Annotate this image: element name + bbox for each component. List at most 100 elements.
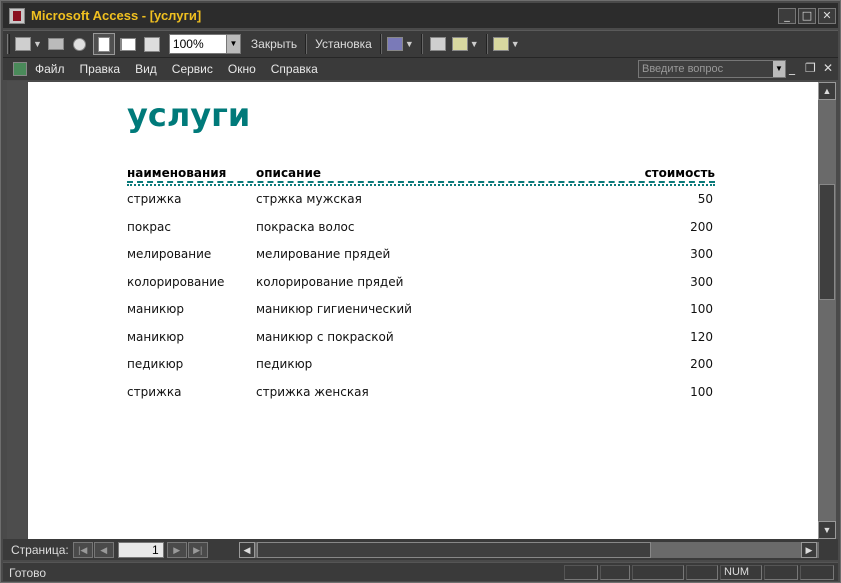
next-page-button[interactable]: ▶: [166, 541, 187, 558]
database-window-button[interactable]: [427, 33, 449, 55]
row-description: стрижка женская: [256, 385, 369, 399]
report-title: услуги: [127, 96, 251, 134]
toolbar-separator: [420, 34, 423, 54]
view-button[interactable]: ▼: [14, 33, 43, 55]
row-description: мелирование прядей: [256, 247, 391, 261]
design-view-icon: [15, 37, 31, 51]
dropdown-arrow-icon: ▼: [33, 39, 42, 49]
zoom-value: 100%: [172, 37, 204, 51]
help-icon: [492, 37, 509, 51]
row-name: покрас: [127, 220, 172, 234]
scroll-down-icon[interactable]: ▼: [818, 521, 836, 539]
row-price: 300: [690, 247, 713, 261]
multiple-pages-button[interactable]: [141, 33, 163, 55]
doc-close-button[interactable]: ✕: [823, 61, 833, 75]
row-description: покраска волос: [256, 220, 355, 234]
status-pane: [564, 565, 598, 580]
row-name: маникюр: [127, 330, 185, 344]
header-description: описание: [256, 166, 321, 180]
two-pages-button[interactable]: [117, 33, 139, 55]
one-page-icon: [97, 36, 110, 52]
office-links-icon: [386, 37, 403, 51]
row-name: стрижка: [127, 385, 182, 399]
toolbar-separator: [305, 34, 308, 54]
office-links-button[interactable]: ▼: [386, 33, 415, 55]
doc-restore-button[interactable]: ❐: [805, 61, 816, 75]
page-number-field[interactable]: 1: [117, 541, 164, 558]
menu-bar: Файл Правка Вид Сервис Окно Справка Введ…: [3, 58, 838, 80]
chevron-down-icon[interactable]: ▼: [225, 35, 240, 53]
toolbar-separator: [379, 34, 382, 54]
menu-view[interactable]: Вид: [135, 62, 157, 76]
one-page-button[interactable]: [92, 33, 115, 55]
status-pane: [800, 565, 834, 580]
close-button[interactable]: ✕: [818, 7, 836, 24]
chevron-down-icon[interactable]: ▼: [773, 61, 785, 77]
zoom-combo[interactable]: 100% ▼: [168, 34, 241, 54]
access-app-icon[interactable]: [9, 7, 25, 24]
status-pane: [764, 565, 798, 580]
new-object-icon: [451, 37, 468, 51]
first-page-button[interactable]: |◀: [72, 541, 93, 558]
scroll-up-icon[interactable]: ▲: [818, 82, 836, 100]
navigation-bar: Страница: |◀ ◀ 1 ▶ ▶| ◀ ▶: [3, 539, 838, 560]
header-price: стоимость: [644, 166, 715, 180]
two-pages-icon: [119, 37, 136, 51]
ask-question-box[interactable]: Введите вопрос ▼: [638, 60, 786, 78]
dropdown-arrow-icon: ▼: [404, 39, 414, 49]
previous-page-button[interactable]: ◀: [93, 541, 114, 558]
menu-edit[interactable]: Правка: [80, 62, 121, 76]
toolbar-separator: [485, 34, 488, 54]
row-price: 100: [690, 302, 713, 316]
last-page-button[interactable]: ▶|: [187, 541, 208, 558]
new-object-button[interactable]: ▼: [451, 33, 480, 55]
status-pane: [632, 565, 684, 580]
status-pane: [600, 565, 630, 580]
status-bar: Готово NUM: [3, 562, 838, 581]
row-description: колорирование прядей: [256, 275, 404, 289]
vertical-scrollbar[interactable]: ▲ ▼: [818, 82, 836, 539]
close-preview-button[interactable]: Закрыть: [247, 33, 301, 55]
vertical-scroll-thumb[interactable]: [819, 184, 835, 300]
window-title: Microsoft Access - [услуги]: [31, 8, 202, 23]
menu-tools[interactable]: Сервис: [172, 62, 213, 76]
toolbar-grip[interactable]: [7, 34, 10, 54]
maximize-button[interactable]: □: [798, 7, 816, 24]
zoom-button[interactable]: [69, 33, 91, 55]
horizontal-scrollbar[interactable]: ◀ ▶: [239, 542, 819, 558]
row-price: 120: [690, 330, 713, 344]
printer-icon: [47, 38, 64, 50]
multiple-pages-icon: [143, 36, 160, 52]
row-name: мелирование: [127, 247, 212, 261]
scroll-right-icon[interactable]: ▶: [801, 542, 817, 558]
menu-help[interactable]: Справка: [271, 62, 318, 76]
row-price: 200: [690, 220, 713, 234]
header-underline: [127, 181, 715, 186]
ask-question-placeholder: Введите вопрос: [642, 63, 724, 75]
database-window-icon: [429, 37, 446, 51]
row-price: 300: [690, 275, 713, 289]
row-description: педикюр: [256, 357, 313, 371]
row-description: стржка мужская: [256, 192, 362, 206]
header-name: наименования: [127, 166, 227, 180]
report-icon[interactable]: [13, 62, 27, 76]
window-left-border: [7, 81, 27, 539]
row-price: 100: [690, 385, 713, 399]
row-description: маникюр гигиенический: [256, 302, 412, 316]
access-window: Microsoft Access - [услуги] _ □ ✕ ▼ 100%…: [0, 0, 841, 583]
num-lock-indicator: NUM: [720, 565, 762, 580]
title-bar: Microsoft Access - [услуги] _ □ ✕: [3, 3, 838, 28]
magnifier-icon: [73, 37, 87, 51]
minimize-button[interactable]: _: [778, 7, 796, 24]
help-button[interactable]: ▼: [492, 33, 521, 55]
page-label: Страница:: [11, 542, 69, 557]
menu-window[interactable]: Окно: [228, 62, 256, 76]
scroll-left-icon[interactable]: ◀: [239, 542, 255, 558]
menu-file[interactable]: Файл: [35, 62, 65, 76]
doc-minimize-button[interactable]: _: [789, 61, 795, 75]
row-name: маникюр: [127, 302, 185, 316]
horizontal-scroll-thumb[interactable]: [257, 542, 651, 558]
print-button[interactable]: [45, 33, 67, 55]
page-setup-button[interactable]: Установка: [311, 33, 376, 55]
row-description: маникюр с покраской: [256, 330, 394, 344]
